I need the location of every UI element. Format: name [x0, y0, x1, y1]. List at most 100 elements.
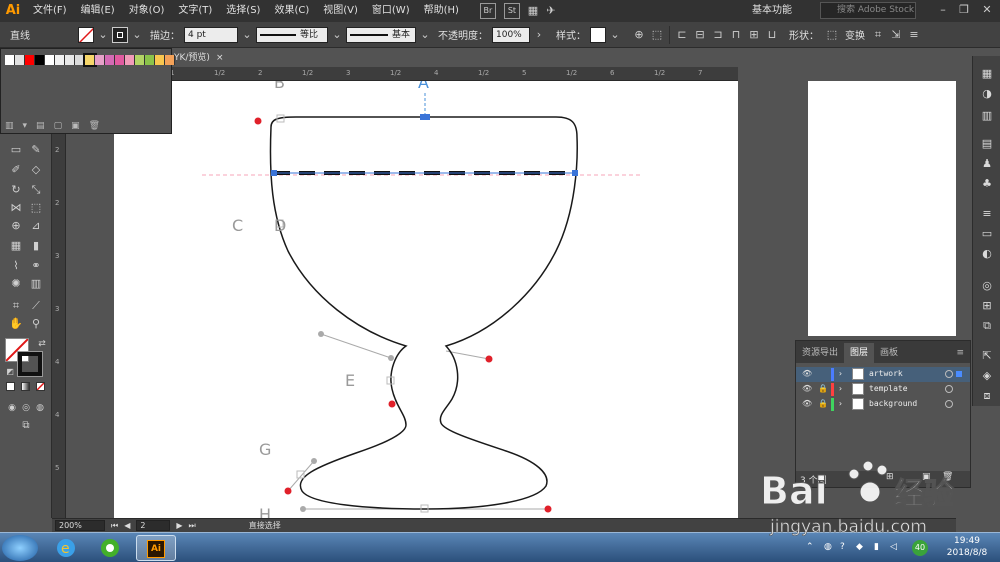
mesh-tool-icon[interactable]: ▦ — [8, 238, 24, 254]
color-mode-icon[interactable] — [6, 382, 15, 391]
scale-tool-icon[interactable]: ⤡ — [28, 182, 44, 198]
menu-view[interactable]: 视图(V) — [316, 0, 365, 22]
artboard-secondary[interactable] — [808, 81, 956, 336]
artboards-panel-icon[interactable]: ⧈ — [979, 388, 995, 404]
color-swatch[interactable] — [83, 53, 97, 67]
paintbrush-tool-icon[interactable]: ✎ — [28, 142, 44, 158]
document-tab[interactable]: YK/预览) × — [172, 49, 230, 67]
width-tool-icon[interactable]: ⋈ — [8, 200, 24, 216]
zoom-tool-icon[interactable]: ⚲ — [28, 316, 44, 332]
swatch-library-icon[interactable]: ▥ — [5, 121, 14, 131]
handle-point[interactable] — [485, 355, 493, 363]
handle-point[interactable] — [311, 458, 317, 464]
fill-swatch[interactable] — [78, 26, 94, 43]
free-transform-tool-icon[interactable]: ⬚ — [28, 200, 44, 216]
stroke-panel-icon[interactable]: ≡ — [979, 206, 995, 222]
gradient-tool-icon[interactable]: ▮ — [28, 238, 44, 254]
screen-mode-icon[interactable]: ⧉ — [18, 418, 34, 434]
eyedropper-tool-icon[interactable]: ⌇ — [8, 258, 24, 274]
chevron-down-icon[interactable]: ⌄ — [94, 26, 112, 44]
menu-icon[interactable]: ≡ — [905, 26, 923, 44]
visibility-eye-icon[interactable]: 👁 — [802, 384, 812, 393]
anchor-point[interactable] — [271, 170, 277, 176]
eraser-tool-icon[interactable]: ◇ — [28, 162, 44, 178]
help-icon[interactable]: ? — [840, 542, 845, 552]
stock-button[interactable]: St — [503, 3, 520, 19]
rotate-tool-icon[interactable]: ↻ — [8, 182, 24, 198]
color-panel-icon[interactable]: ▦ — [979, 66, 995, 82]
color-swatch[interactable] — [155, 55, 165, 65]
artboard-number-field[interactable]: 2 — [136, 520, 171, 531]
shaper-tool-icon[interactable]: ✐ — [8, 162, 24, 178]
layer-target-icon[interactable] — [945, 370, 953, 378]
graph-tool-icon[interactable]: ▥ — [28, 276, 44, 292]
menu-object[interactable]: 对象(O) — [122, 0, 172, 22]
color-swatch[interactable] — [35, 55, 45, 65]
tab-artboards[interactable]: 画板 — [874, 343, 904, 363]
menu-file[interactable]: 文件(F) — [26, 0, 74, 22]
next-artboard-icon[interactable]: ▶ — [176, 521, 182, 530]
color-swatch[interactable] — [15, 55, 25, 65]
color-swatch[interactable] — [5, 55, 15, 65]
graphic-style-swatch[interactable] — [590, 26, 606, 43]
gradient-mode-icon[interactable] — [21, 382, 30, 391]
handle-point[interactable] — [318, 331, 324, 337]
volume-icon[interactable]: ◁ — [890, 542, 897, 552]
app-tray-icon[interactable]: ◆ — [856, 542, 863, 552]
layer-row[interactable]: 👁 🔒 › background — [796, 397, 970, 412]
lock-icon[interactable]: 🔒 — [818, 399, 828, 408]
goblet-path[interactable] — [269, 116, 578, 510]
layer-row[interactable]: 👁 🔒 › template — [796, 382, 970, 397]
color-swatch[interactable] — [135, 55, 145, 65]
bezier-handle[interactable] — [320, 333, 392, 359]
color-guide-icon[interactable]: ◑ — [979, 86, 995, 102]
graphic-styles-icon[interactable]: ♣ — [979, 176, 995, 192]
chevron-down-icon[interactable]: ⌄ — [328, 26, 346, 44]
chevron-down-icon[interactable]: ⌄ — [128, 26, 146, 44]
align-center-icon[interactable]: ⊟ — [691, 26, 709, 44]
expand-arrow-icon[interactable]: › — [838, 369, 843, 378]
chevron-down-icon[interactable]: ⌄ — [238, 26, 256, 44]
color-swatch[interactable] — [75, 55, 85, 65]
shape-builder-tool-icon[interactable]: ⊕ — [8, 218, 24, 234]
align-middle-icon[interactable]: ⊞ — [745, 26, 763, 44]
handle-point[interactable] — [388, 355, 394, 361]
show-hidden-icons[interactable]: ⌃ — [806, 542, 814, 552]
layer-row[interactable]: 👁 › artwork — [796, 367, 970, 382]
arrange-documents-icon[interactable]: ▦ — [524, 2, 542, 20]
visibility-eye-icon[interactable]: 👁 — [802, 369, 812, 378]
shape-icon[interactable]: ⬚ — [823, 26, 841, 44]
color-swatch[interactable] — [105, 55, 115, 65]
browser-icon[interactable] — [90, 535, 130, 561]
pathfinder-panel-icon[interactable]: ⧉ — [979, 318, 995, 334]
lock-icon[interactable]: 🔒 — [818, 384, 828, 393]
draw-inside-icon[interactable]: ◍ — [32, 400, 48, 416]
symbols-panel-icon[interactable]: ♟ — [979, 156, 995, 172]
color-swatch[interactable] — [95, 55, 105, 65]
anchor-point[interactable] — [420, 114, 430, 120]
new-swatch-icon[interactable]: ▣ — [71, 121, 80, 131]
chevron-right-icon[interactable]: › — [530, 26, 548, 44]
align-to-icon[interactable]: ⬚ — [648, 26, 666, 44]
canvas-area[interactable]: A B C D E G H — [66, 81, 738, 518]
handle-point[interactable] — [388, 400, 396, 408]
handle-point[interactable] — [254, 117, 262, 125]
delete-layer-icon[interactable]: 🗑 — [942, 472, 953, 482]
prev-artboard-icon[interactable]: ◀ — [124, 521, 130, 530]
menu-type[interactable]: 文字(T) — [171, 0, 219, 22]
handle-point[interactable] — [300, 506, 306, 512]
color-swatch[interactable] — [65, 55, 75, 65]
stroke-swatch[interactable] — [112, 26, 128, 43]
delete-swatch-icon[interactable]: 🗑 — [89, 121, 100, 131]
stock-search-input[interactable]: 搜索 Adobe Stock — [820, 2, 916, 19]
artwork-layer[interactable] — [66, 81, 738, 518]
restore-button[interactable]: ❐ — [954, 2, 974, 18]
layer-target-icon[interactable] — [945, 400, 953, 408]
new-color-group-icon[interactable]: ▢ — [54, 121, 63, 131]
workspace-switcher[interactable]: 基本功能 — [752, 2, 810, 19]
brushes-panel-icon[interactable]: ▤ — [979, 136, 995, 152]
slice-tool-icon[interactable]: ⟋ — [28, 298, 44, 314]
minimize-button[interactable]: – — [933, 2, 953, 18]
menu-window[interactable]: 窗口(W) — [365, 0, 417, 22]
panel-menu-icon[interactable]: ≡ — [950, 343, 970, 363]
